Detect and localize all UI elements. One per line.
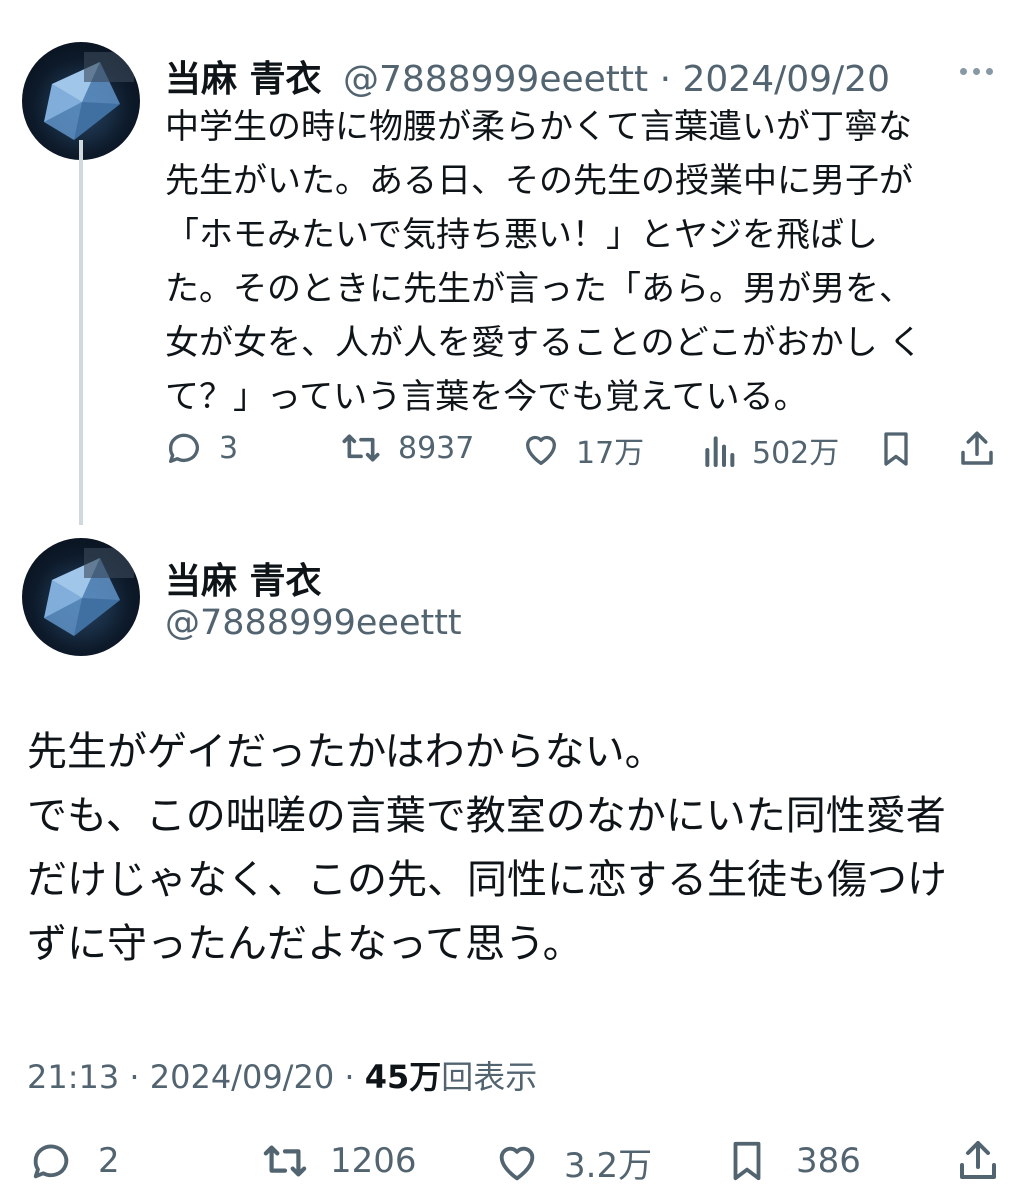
avatar[interactable] bbox=[22, 538, 140, 656]
reply-button[interactable]: 2 bbox=[26, 1138, 120, 1184]
retweet-icon bbox=[338, 428, 384, 468]
views-count: 45万 bbox=[364, 1058, 442, 1096]
display-name[interactable]: 当麻 青衣 bbox=[165, 552, 322, 604]
views-button[interactable]: 502万 bbox=[700, 428, 839, 472]
tweet-text-line: だけじゃなく、この先、同性に恋する生徒も傷つけ bbox=[27, 857, 947, 903]
like-count: 17万 bbox=[576, 436, 645, 471]
separator: · bbox=[659, 59, 672, 100]
tweet-text-line: でも、この咄嗟の言葉で教室のなかにいた同性愛者 bbox=[27, 793, 946, 839]
tweet-text-line: 先生がゲイだったかはわからない。 bbox=[27, 729, 665, 775]
like-icon bbox=[520, 430, 562, 470]
share-button[interactable] bbox=[956, 428, 998, 470]
tweet-meta: 21:13 · 2024/09/20 · 45万回表示 bbox=[27, 1052, 537, 1098]
tweet-time[interactable]: 21:13 bbox=[27, 1058, 119, 1096]
share-button[interactable] bbox=[954, 1136, 1002, 1186]
like-icon bbox=[492, 1140, 542, 1186]
tweet-text: 中学生の時に物腰が柔らかくて言葉遣いが丁寧な 先生がいた。ある日、その先生の授業… bbox=[165, 100, 995, 424]
more-icon[interactable] bbox=[960, 60, 1004, 82]
tweet-date[interactable]: 2024/09/20 bbox=[150, 1058, 334, 1096]
tweet-text-line: 先生がいた。ある日、その先生の授業中に男子が bbox=[165, 161, 913, 201]
tweet-text-line: 女が女を、人が人を愛することのどこがおかし く bbox=[165, 323, 923, 363]
like-button[interactable]: 3.2万 bbox=[492, 1138, 652, 1187]
tweet-text-line: ずに守ったんだよなって思う。 bbox=[27, 921, 583, 967]
like-count: 3.2万 bbox=[564, 1146, 653, 1186]
bookmark-icon bbox=[724, 1136, 770, 1186]
retweet-icon bbox=[258, 1138, 312, 1184]
like-button[interactable]: 17万 bbox=[520, 428, 644, 472]
bookmark-button[interactable]: 386 bbox=[724, 1136, 861, 1186]
tweet-text-line: た。そのときに先生が言った「あら。男が男を、 bbox=[165, 269, 913, 309]
reply-count: 2 bbox=[98, 1141, 120, 1181]
reply-icon bbox=[163, 428, 205, 468]
views-icon bbox=[700, 430, 738, 470]
separator: · bbox=[129, 1058, 140, 1096]
tweet-text-line: て？」っていう言葉を今でも覚えている。 bbox=[165, 377, 808, 417]
avatar-image bbox=[44, 548, 134, 636]
tweet-text-line: 中学生の時に物腰が柔らかくて言葉遣いが丁寧な bbox=[165, 107, 912, 147]
bookmark-button[interactable] bbox=[876, 428, 916, 470]
reply-icon bbox=[26, 1138, 76, 1184]
display-name[interactable]: 当麻 青衣 bbox=[165, 59, 322, 100]
views-count: 502万 bbox=[752, 436, 840, 471]
tweet-text: 先生がゲイだったかはわからない。 でも、この咄嗟の言葉で教室のなかにいた同性愛者… bbox=[27, 720, 1007, 976]
reply-button[interactable]: 3 bbox=[163, 428, 238, 468]
retweet-button[interactable]: 8937 bbox=[338, 428, 474, 468]
reply-count: 3 bbox=[219, 430, 239, 466]
retweet-count: 1206 bbox=[330, 1141, 417, 1181]
retweet-button[interactable]: 1206 bbox=[258, 1138, 417, 1184]
thread-connector-line bbox=[79, 140, 83, 525]
share-icon bbox=[954, 1136, 1002, 1186]
share-icon bbox=[956, 428, 998, 470]
separator: · bbox=[344, 1058, 355, 1096]
bookmark-icon bbox=[876, 428, 916, 470]
handle[interactable]: @7888999eeettt bbox=[165, 603, 462, 643]
bookmark-count: 386 bbox=[796, 1141, 861, 1181]
tweet-header: 当麻 青衣 @7888999eeettt · 2024/09/20 bbox=[165, 50, 890, 102]
views-label: 回表示 bbox=[441, 1058, 538, 1096]
tweet-date[interactable]: 2024/09/20 bbox=[682, 59, 890, 100]
handle[interactable]: @7888999eeettt bbox=[343, 59, 648, 100]
retweet-count: 8937 bbox=[398, 430, 475, 466]
tweet-text-line: 「ホモみたいで気持ち悪い！」とヤジを飛ばし bbox=[165, 215, 878, 255]
